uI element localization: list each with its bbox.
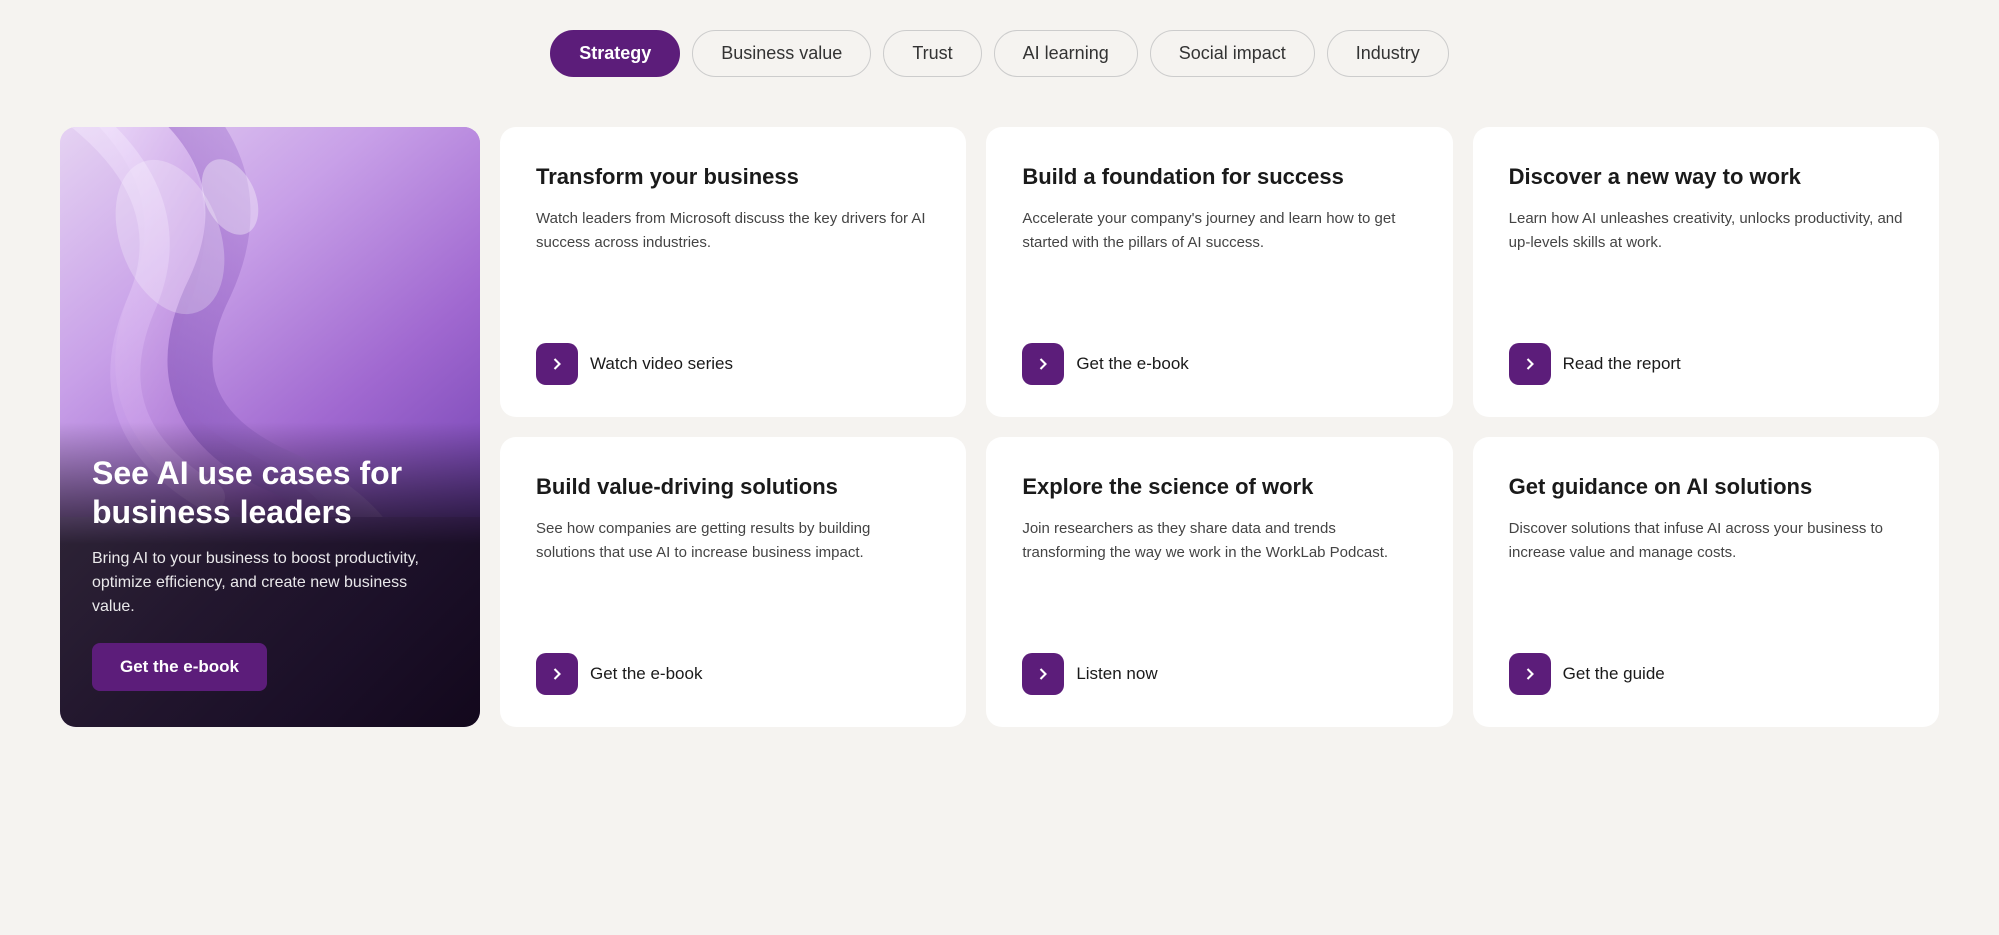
hero-cta-button[interactable]: Get the e-book	[92, 643, 267, 691]
card-new-way-content: Discover a new way to work Learn how AI …	[1509, 163, 1903, 255]
hero-card: See AI use cases for business leaders Br…	[60, 127, 480, 727]
card-transform: Transform your business Watch leaders fr…	[500, 127, 966, 417]
card-foundation-title: Build a foundation for success	[1022, 163, 1416, 191]
content-grid: See AI use cases for business leaders Br…	[60, 127, 1939, 727]
tab-social-impact[interactable]: Social impact	[1150, 30, 1315, 77]
tab-trust[interactable]: Trust	[883, 30, 981, 77]
card-guidance: Get guidance on AI solutions Discover so…	[1473, 437, 1939, 727]
chevron-right-icon	[536, 343, 578, 385]
hero-title: See AI use cases for business leaders	[92, 454, 448, 531]
card-new-way-title: Discover a new way to work	[1509, 163, 1903, 191]
hero-desc: Bring AI to your business to boost produ…	[92, 547, 448, 619]
card-solutions-desc: See how companies are getting results by…	[536, 517, 930, 565]
card-foundation-action[interactable]: Get the e-book	[1022, 343, 1416, 385]
card-science-title: Explore the science of work	[1022, 473, 1416, 501]
chevron-right-svg	[547, 354, 567, 374]
card-guidance-action-label: Get the guide	[1563, 664, 1665, 684]
chevron-right-icon-3	[1509, 343, 1551, 385]
card-foundation: Build a foundation for success Accelerat…	[986, 127, 1452, 417]
card-science-content: Explore the science of work Join researc…	[1022, 473, 1416, 565]
chevron-right-svg-2	[1033, 354, 1053, 374]
card-science: Explore the science of work Join researc…	[986, 437, 1452, 727]
chevron-right-icon-2	[1022, 343, 1064, 385]
chevron-right-icon-6	[1509, 653, 1551, 695]
tab-business-value[interactable]: Business value	[692, 30, 871, 77]
chevron-right-icon-5	[1022, 653, 1064, 695]
card-foundation-desc: Accelerate your company's journey and le…	[1022, 207, 1416, 255]
page-container: Strategy Business value Trust AI learnin…	[0, 0, 1999, 787]
chevron-right-svg-3	[1520, 354, 1540, 374]
card-science-action-label: Listen now	[1076, 664, 1157, 684]
card-transform-desc: Watch leaders from Microsoft discuss the…	[536, 207, 930, 255]
card-new-way: Discover a new way to work Learn how AI …	[1473, 127, 1939, 417]
card-transform-action-label: Watch video series	[590, 354, 733, 374]
card-solutions: Build value-driving solutions See how co…	[500, 437, 966, 727]
card-solutions-title: Build value-driving solutions	[536, 473, 930, 501]
card-guidance-content: Get guidance on AI solutions Discover so…	[1509, 473, 1903, 565]
chevron-right-icon-4	[536, 653, 578, 695]
tab-strategy[interactable]: Strategy	[550, 30, 680, 77]
tab-industry[interactable]: Industry	[1327, 30, 1449, 77]
tab-ai-learning[interactable]: AI learning	[994, 30, 1138, 77]
card-transform-action[interactable]: Watch video series	[536, 343, 930, 385]
card-new-way-action-label: Read the report	[1563, 354, 1681, 374]
tabs-row: Strategy Business value Trust AI learnin…	[60, 20, 1939, 77]
card-guidance-desc: Discover solutions that infuse AI across…	[1509, 517, 1903, 565]
card-transform-title: Transform your business	[536, 163, 930, 191]
card-transform-content: Transform your business Watch leaders fr…	[536, 163, 930, 255]
card-solutions-action[interactable]: Get the e-book	[536, 653, 930, 695]
card-foundation-action-label: Get the e-book	[1076, 354, 1188, 374]
card-science-desc: Join researchers as they share data and …	[1022, 517, 1416, 565]
hero-overlay: See AI use cases for business leaders Br…	[60, 422, 480, 727]
card-guidance-action[interactable]: Get the guide	[1509, 653, 1903, 695]
card-guidance-title: Get guidance on AI solutions	[1509, 473, 1903, 501]
card-new-way-action[interactable]: Read the report	[1509, 343, 1903, 385]
card-solutions-content: Build value-driving solutions See how co…	[536, 473, 930, 565]
card-solutions-action-label: Get the e-book	[590, 664, 702, 684]
card-foundation-content: Build a foundation for success Accelerat…	[1022, 163, 1416, 255]
chevron-right-svg-5	[1033, 664, 1053, 684]
card-science-action[interactable]: Listen now	[1022, 653, 1416, 695]
chevron-right-svg-6	[1520, 664, 1540, 684]
chevron-right-svg-4	[547, 664, 567, 684]
card-new-way-desc: Learn how AI unleashes creativity, unloc…	[1509, 207, 1903, 255]
